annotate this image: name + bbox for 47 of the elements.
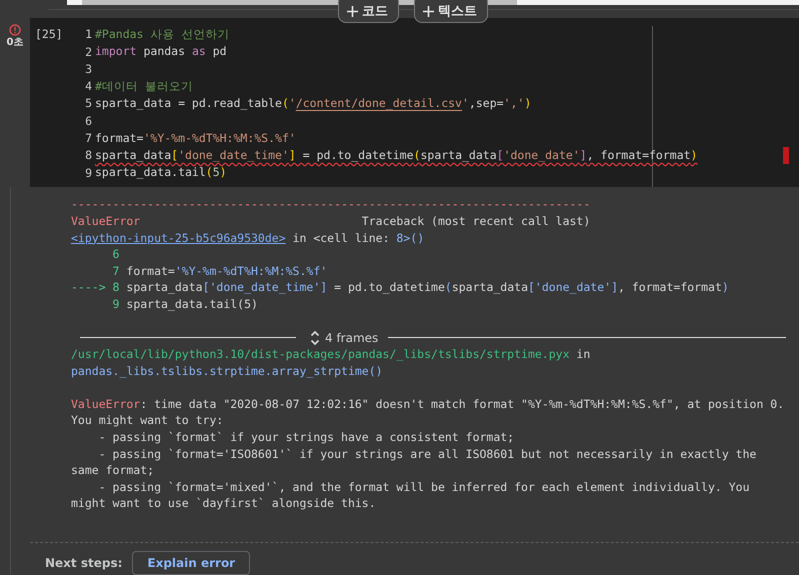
traceback-line: 6 <box>112 247 120 262</box>
line-number: 1 <box>84 27 92 42</box>
line-number: 5 <box>84 96 92 110</box>
run-duration: 0초 <box>6 36 24 48</box>
traceback-line: 9 sparta_data.tail(5) <box>112 296 258 311</box>
error-code-line: sparta_data['done_date_time'] = pd.to_datetime(sparta_data['done_date'], format=format) <box>95 148 698 164</box>
line-number: 2 <box>84 44 92 59</box>
execution-count: [25] <box>34 26 64 43</box>
next-steps-label: Next steps: <box>45 556 122 570</box>
add-cell-button[interactable]: 코드 <box>338 0 399 23</box>
add-cell-button[interactable]: 텍스트 <box>414 0 488 23</box>
code-cell[interactable] <box>30 18 799 188</box>
traceback-line: <ipython-input-25-b5c96a9530de> in <cell line: 8>() <box>71 230 424 244</box>
error-message-line: - passing `format='mixed'`, and the format will be inferred for each element individually. You <box>98 480 750 494</box>
traceback-line: pandas._libs.tslibs.strptime.array_strptime() <box>71 364 383 378</box>
traceback-line: /usr/local/lib/python3.10/dist-packages/pandas/_libs/tslibs/strptime.pyx in <box>71 347 590 362</box>
file-link[interactable]: <ipython-input-25-b5c96a9530de> <box>71 230 286 244</box>
code-line: import pandas as pd <box>95 44 227 60</box>
error-message-line: - passing `format='ISO8601'` if your strings are all ISO8601 but not necessarily in exactly the <box>98 446 756 461</box>
chevron-up-down-icon <box>310 330 320 346</box>
traceback-line: ValueError Traceback (most recent call last) <box>71 214 590 228</box>
error-message-line: You might want to try: <box>71 413 224 428</box>
path-link[interactable]: /content/done_detail.csv <box>296 96 462 110</box>
error-message-line: - passing `format` if your strings have a consistent format; <box>98 430 514 444</box>
plus-icon <box>423 6 434 16</box>
code-line: format='%Y-%m-%dT%H:%M:%S.%f' <box>95 130 296 147</box>
line-number: 4 <box>84 79 92 94</box>
line-number: 3 <box>84 62 92 76</box>
traceback-line: --------------------------------------------------------------------------- <box>71 197 590 212</box>
error-icon <box>9 24 21 36</box>
error-marker <box>783 146 789 164</box>
traceback-line: 7 format='%Y-%m-%dT%H:%M:%S.%f' <box>112 264 328 278</box>
code-line: sparta_data.tail(5) <box>95 165 227 182</box>
error-message-line: might want to use `dayfirst` alongside this. <box>71 496 376 510</box>
code-line: #데이터 불러오기 <box>95 78 193 95</box>
line-number: 8 <box>84 148 92 162</box>
explain-error-button[interactable]: Explain error <box>132 551 250 575</box>
error-message-line: same format; <box>71 463 154 478</box>
line-number: 9 <box>84 166 92 180</box>
plus-icon <box>347 6 358 16</box>
line-number: 7 <box>84 131 92 146</box>
frames-toggle[interactable]: 4 frames <box>302 330 382 346</box>
traceback-line: ----> 8 sparta_data['done_date_time'] = pd.to_datetime(sparta_data['done_date'], format=format) <box>71 280 729 294</box>
error-message-line: ValueError: time data "2020-08-07 12:02:16" doesn't match format "%Y-%m-%dT%H:%M:%S.%f", at position 0. <box>71 396 784 411</box>
line-number: 6 <box>84 114 92 128</box>
code-line: #Pandas 사용 선언하기 <box>95 26 230 43</box>
code-line: sparta_data = pd.read_table('/content/done_detail.csv',sep=',') <box>95 96 532 112</box>
